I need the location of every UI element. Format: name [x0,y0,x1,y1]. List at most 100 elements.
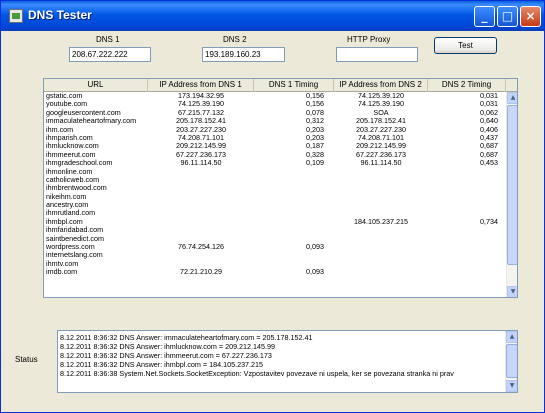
cell-timing-dns2: 0,406 [480,125,498,134]
cell-timing-dns2: 0,453 [480,159,498,168]
cell-timing-dns1 [254,260,334,268]
cell-timing-dns1: 0,203 [306,133,324,142]
title-bar[interactable]: DNS Tester _ □ × [1,1,544,31]
close-button[interactable]: × [520,6,541,27]
table-row[interactable]: immaculateheartofmary.com 205.178.152.41 0… [44,117,506,125]
log-scroll-up-icon[interactable]: ▲ [506,331,517,343]
table-row[interactable]: ihmfaridabad.com [44,226,506,234]
proxy-input[interactable] [336,47,418,62]
cell-ip-dns2 [334,176,428,184]
table-row[interactable]: wordpress.com 76.74.254.126 0,093 [44,243,506,251]
cell-url: googleusercontent.com [46,108,121,117]
column-header-timing-dns2[interactable]: DNS 2 Timing [428,79,506,92]
log-scroll-down-icon[interactable]: ▼ [506,380,517,392]
proxy-label: HTTP Proxy [347,35,391,44]
cell-ip-dns1: 96.11.114.50 [180,159,222,168]
log-line: 8.12.2011 8:36:38 System.Net.Sockets.Soc… [60,369,454,378]
column-header-ip-dns1[interactable]: IP Address from DNS 1 [148,79,254,92]
table-row[interactable]: ihmgradeschool.com 96.11.114.50 0,109 96.11… [44,159,506,167]
log-scroll-thumb[interactable] [506,344,517,378]
table-row[interactable]: ihmlucknow.com 209.212.145.99 0,187 209.212… [44,142,506,150]
column-header-timing-dns1[interactable]: DNS 1 Timing [254,79,334,92]
table-row[interactable]: ihmbpl.com 184.105.237.215 0,734 [44,218,506,226]
table-row[interactable]: nikeihm.com [44,193,506,201]
table-row[interactable]: internetslang.com [44,251,506,259]
scroll-down-icon[interactable]: ▼ [507,286,517,297]
cell-timing-dns1: 0,078 [306,108,324,117]
minimize-button[interactable]: _ [474,6,495,27]
column-header-ip-dns2[interactable]: IP Address from DNS 2 [334,79,428,92]
column-header-url[interactable]: URL [44,79,148,92]
scroll-up-icon[interactable]: ▲ [507,92,517,104]
cell-timing-dns1 [254,226,334,234]
cell-ip-dns1: 76.74.254.126 [178,243,224,252]
main-window: DNS Tester _ □ × DNS 1 208.67.222.222 DN… [0,0,545,413]
log-line: 8.12.2011 8:36:32 DNS Answer: ihmlucknow… [60,342,276,351]
cell-timing-dns2: 0,062 [480,108,498,117]
table-row[interactable]: ancestry.com [44,201,506,209]
cell-url: ihmbrentwood.com [46,184,107,193]
cell-ip-dns1: 209.212.145.99 [176,142,226,151]
maximize-button[interactable]: □ [497,6,518,27]
cell-timing-dns1: 0,312 [306,117,324,126]
log-line: 8.12.2011 8:36:32 DNS Answer: ihmbpl.com… [60,360,264,369]
table-row[interactable]: ihmonline.com [44,168,506,176]
table-row[interactable]: saintbenedict.com [44,235,506,243]
status-label: Status [15,355,38,364]
cell-timing-dns2 [428,209,506,217]
status-log-lines: 8.12.2011 8:36:32 DNS Answer: immaculate… [60,333,504,378]
cell-url: ihmgradeschool.com [46,159,113,168]
cell-timing-dns1 [254,168,334,176]
cell-timing-dns1 [254,251,334,259]
cell-timing-dns2 [428,184,506,192]
window-title: DNS Tester [28,8,92,22]
table-row[interactable]: ihmparish.com 74.208.71.101 0,203 74.208.71… [44,134,506,142]
cell-url: ihmparish.com [46,133,93,142]
cell-timing-dns1 [254,235,334,243]
cell-timing-dns1 [254,193,334,201]
cell-ip-dns1 [148,260,254,268]
table-row[interactable]: catholicweb.com [44,176,506,184]
status-log[interactable]: 8.12.2011 8:36:32 DNS Answer: immaculate… [57,330,518,393]
table-row[interactable]: youtube.com 74.125.39.190 0,156 74.125.39.1… [44,100,506,108]
cell-ip-dns1: 67.215.77.132 [178,108,224,117]
dns1-input[interactable]: 208.67.222.222 [69,47,151,62]
table-row[interactable]: ihmbrentwood.com [44,184,506,192]
cell-url: ihmmeerut.com [46,150,96,159]
cell-url: ihmtv.com [46,259,79,268]
cell-ip-dns2 [334,268,428,276]
cell-ip-dns2: 67.227.236.173 [356,150,406,159]
scroll-thumb[interactable] [507,105,517,265]
cell-timing-dns2: 0,734 [480,217,498,226]
table-row[interactable]: imdb.com 72.21.210.29 0,093 [44,268,506,276]
cell-ip-dns1 [148,184,254,192]
cell-timing-dns1 [254,184,334,192]
grid-scrollbar[interactable]: ▲ ▼ [506,92,517,297]
cell-url: saintbenedict.com [46,234,104,243]
cell-timing-dns1: 0,187 [306,142,324,151]
cell-ip-dns1 [148,218,254,226]
cell-url: ancestry.com [46,201,89,210]
table-row[interactable]: gstatic.com 173.194.32.95 0,156 74.125.39.1… [44,92,506,100]
dns1-label: DNS 1 [96,35,120,44]
cell-url: youtube.com [46,100,88,109]
cell-ip-dns1: 74.208.71.101 [178,133,224,142]
cell-ip-dns2: 96.11.114.50 [360,159,402,168]
table-row[interactable]: googleusercontent.com 67.215.77.132 0,078 S… [44,109,506,117]
table-row[interactable]: ihmtv.com [44,260,506,268]
cell-ip-dns1: 74.125.39.190 [178,100,224,109]
table-row[interactable]: ihmmeerut.com 67.227.236.173 0,328 67.227.2… [44,151,506,159]
table-row[interactable]: ihm.com 203.27.227.230 0,203 203.27.227.230… [44,126,506,134]
cell-ip-dns2 [334,226,428,234]
cell-url: ihmonline.com [46,167,93,176]
cell-timing-dns2: 0,687 [480,142,498,151]
table-row[interactable]: ihmrutland.com [44,209,506,217]
cell-timing-dns1: 0,109 [306,159,324,168]
cell-ip-dns2 [334,201,428,209]
cell-ip-dns2 [334,251,428,259]
log-scrollbar[interactable]: ▲ ▼ [505,331,517,392]
test-button[interactable]: Test [434,37,497,54]
cell-timing-dns2 [428,201,506,209]
dns2-input[interactable]: 193.189.160.23 [202,47,285,62]
results-grid[interactable]: URL IP Address from DNS 1 DNS 1 Timing I… [43,78,518,298]
